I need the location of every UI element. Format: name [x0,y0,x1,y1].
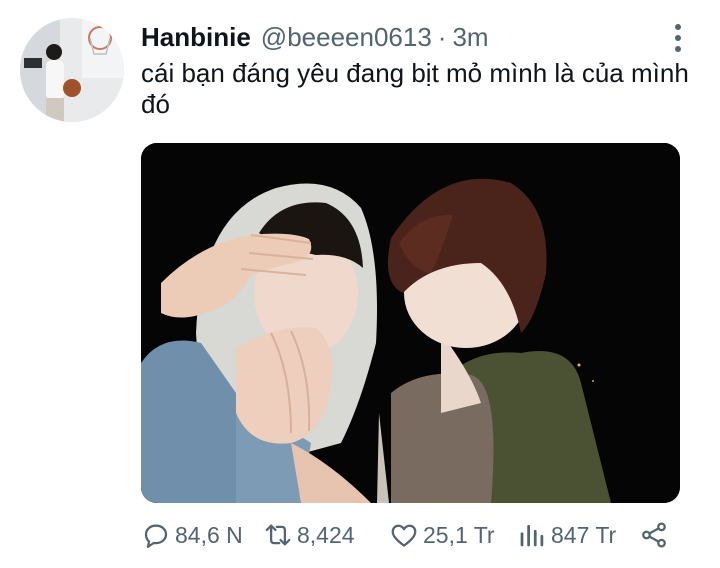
more-options-dot [675,24,681,30]
avatar[interactable] [20,18,124,122]
reply-count: 84,6 N [175,521,243,548]
views-button[interactable]: 847 Tr [517,517,616,553]
tweet-text: cái bạn đáng yêu đang bịt mỏ mình là của… [141,58,689,119]
share-icon [642,522,666,548]
more-options-dot [675,35,681,41]
views-count: 847 Tr [551,521,617,548]
reply-button[interactable]: 84,6 N [141,517,243,553]
like-button[interactable]: 25,1 Tr [389,517,495,553]
timestamp[interactable]: 3m [452,22,488,53]
separator: · [437,22,447,52]
more-options-dot [675,46,681,52]
user-handle[interactable]: @beeeen0613 [261,22,432,53]
tweet-photo[interactable] [141,143,680,503]
tweet-actions: 84,6 N 8,424 25,1 Tr 847 Tr [141,517,681,553]
retweet-count: 8,424 [297,521,355,548]
avatar-photo [20,18,124,122]
display-name[interactable]: Hanbinie [141,22,251,53]
heart-icon [391,524,417,547]
like-count: 25,1 Tr [423,521,495,548]
share-button[interactable] [639,517,669,553]
photo-two-people [141,143,680,503]
retweet-button[interactable]: 8,424 [263,517,355,553]
reply-icon [144,524,168,548]
more-options-icon[interactable] [666,24,690,52]
retweet-icon [265,524,291,546]
tweet[interactable]: Hanbinie @beeeen0613 · 3m cái bạn đáng y… [0,0,720,568]
tweet-header: Hanbinie @beeeen0613 · 3m [141,22,489,54]
analytics-icon [520,524,544,547]
